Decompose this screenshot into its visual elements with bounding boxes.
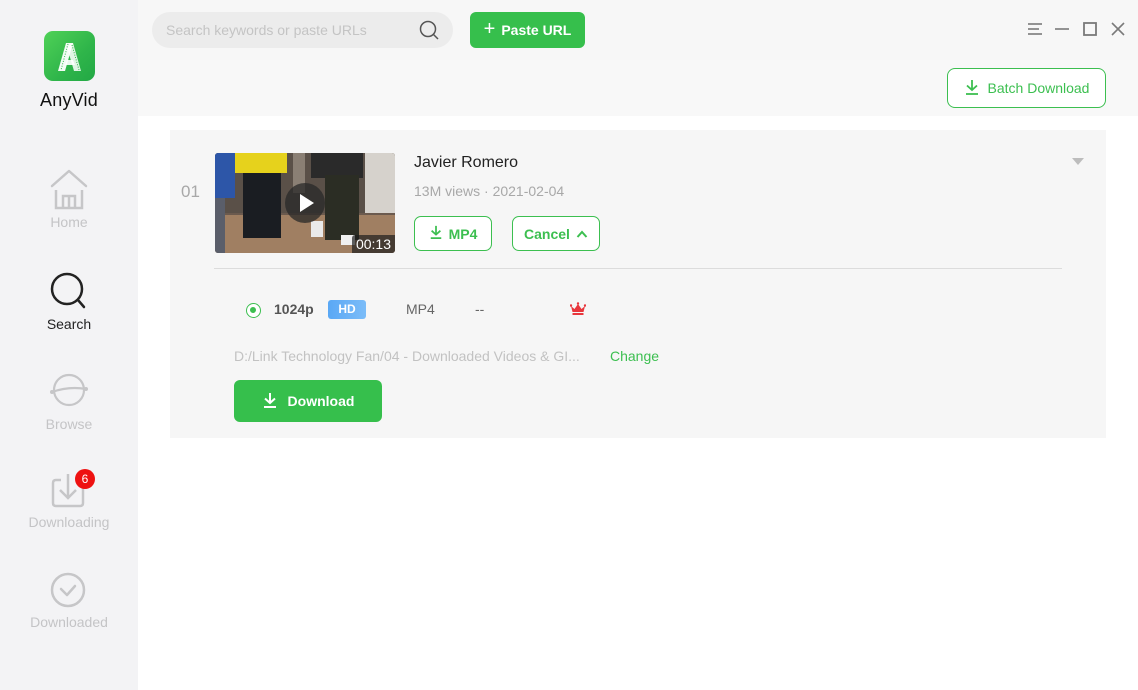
sidebar-item-label: Downloading (28, 514, 110, 530)
option-format: MP4 (406, 301, 435, 317)
search-input[interactable] (166, 12, 406, 48)
paste-url-label: Paste URL (501, 22, 572, 38)
play-button[interactable] (285, 183, 325, 223)
search-box (152, 12, 453, 48)
menu-icon[interactable] (1026, 20, 1044, 38)
batch-download-button[interactable]: Batch Download (947, 68, 1106, 108)
cancel-label: Cancel (524, 225, 570, 242)
download-icon (429, 225, 443, 242)
anyvid-window: AnyVid Home Search Browse Downloading 6 … (0, 0, 1138, 690)
sidebar-item-label: Browse (45, 416, 93, 432)
format-label: MP4 (448, 225, 478, 242)
downloading-count-badge: 6 (75, 469, 95, 489)
crown-icon (569, 302, 587, 316)
video-duration: 00:13 (351, 235, 395, 253)
quality-radio[interactable] (246, 303, 261, 318)
divider (214, 268, 1062, 269)
search-icon[interactable] (419, 20, 439, 40)
app-logo (44, 31, 95, 81)
quality-option-row[interactable]: 1024p HD MP4 -- (246, 296, 666, 324)
video-title: Javier Romero (414, 154, 519, 171)
mp4-download-button[interactable]: MP4 (414, 216, 492, 251)
sidebar-item-downloaded[interactable]: Downloaded (0, 572, 138, 652)
sidebar: AnyVid Home Search Browse Downloading 6 … (0, 0, 138, 690)
search-icon (49, 272, 89, 312)
check-circle-icon (49, 572, 89, 612)
sidebar-item-browse[interactable]: Browse (0, 372, 138, 452)
video-meta: 13M views · 2021-02-04 (414, 183, 565, 199)
home-icon (49, 168, 89, 210)
sidebar-item-label: Home (50, 214, 88, 230)
minimize-icon[interactable] (1053, 20, 1071, 38)
hd-badge: HD (328, 300, 366, 319)
top-bar: + Paste URL (138, 0, 1138, 60)
video-result-card: 01 00:13 Javier Romero 13M views · 2021-… (170, 130, 1106, 438)
caret-down-icon[interactable] (1072, 158, 1084, 165)
resolution: 1024p (274, 301, 314, 317)
sidebar-item-search[interactable]: Search (0, 272, 138, 352)
download-label: Download (287, 393, 355, 409)
download-icon (262, 392, 278, 411)
close-icon[interactable] (1109, 20, 1127, 38)
app-name: AnyVid (40, 90, 98, 110)
paste-url-button[interactable]: + Paste URL (470, 12, 585, 48)
results-toolbar: Batch Download (138, 60, 1138, 116)
sidebar-item-downloading[interactable]: Downloading (0, 472, 138, 552)
download-button[interactable]: Download (234, 380, 382, 422)
cancel-button[interactable]: Cancel (512, 216, 600, 251)
maximize-icon[interactable] (1081, 20, 1099, 38)
planet-icon (49, 372, 89, 412)
chevron-up-icon (576, 226, 588, 242)
sidebar-item-label: Downloaded (30, 614, 108, 630)
batch-download-label: Batch Download (987, 80, 1090, 96)
option-size: -- (475, 301, 485, 317)
plus-icon: + (483, 18, 496, 40)
result-index: 01 (181, 182, 200, 201)
change-path-link[interactable]: Change (610, 348, 659, 364)
video-thumbnail[interactable]: 00:13 (215, 153, 395, 253)
save-path: D:/Link Technology Fan/04 - Downloaded V… (234, 348, 580, 364)
download-icon (964, 79, 980, 98)
sidebar-item-home[interactable]: Home (0, 168, 138, 248)
sidebar-item-label: Search (46, 316, 92, 332)
